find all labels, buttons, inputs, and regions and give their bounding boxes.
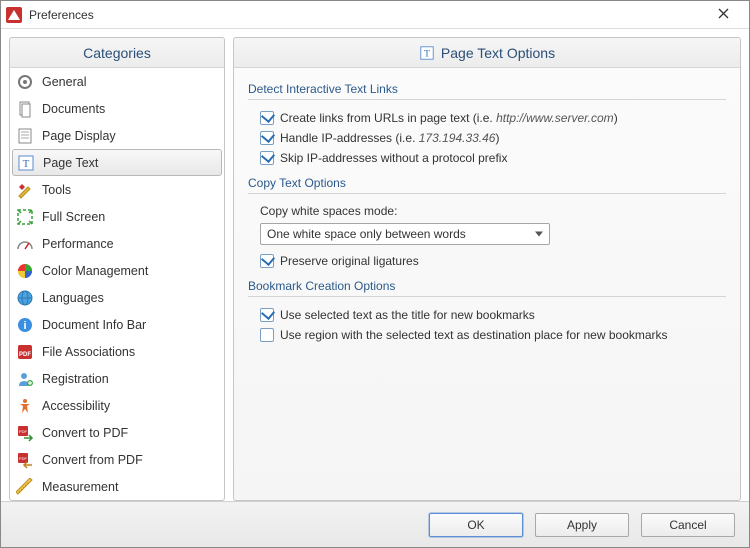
sidebar-item-languages[interactable]: Languages — [10, 284, 224, 311]
svg-text:i: i — [23, 320, 26, 332]
checkbox-icon — [260, 131, 274, 145]
sidebar-item-convert-to-pdf[interactable]: PDF Convert to PDF — [10, 419, 224, 446]
sidebar-item-label: Page Text — [43, 156, 98, 170]
sidebar-item-registration[interactable]: Registration — [10, 365, 224, 392]
sidebar-item-label: Page Display — [42, 129, 116, 143]
user-add-icon — [16, 370, 34, 388]
check-bookmark-region[interactable]: Use region with the selected text as des… — [248, 325, 726, 345]
sidebar-item-performance[interactable]: Performance — [10, 230, 224, 257]
gear-icon — [16, 73, 34, 91]
check-label: Use selected text as the title for new b… — [280, 308, 535, 322]
check-preserve-ligatures[interactable]: Preserve original ligatures — [248, 251, 726, 271]
window-title: Preferences — [29, 8, 703, 22]
cancel-button[interactable]: Cancel — [641, 513, 735, 537]
svg-text:PDF: PDF — [19, 352, 31, 358]
sidebar-item-accessibility[interactable]: Accessibility — [10, 392, 224, 419]
categories-header: Categories — [10, 38, 224, 68]
sidebar-item-color-management[interactable]: Color Management — [10, 257, 224, 284]
text-icon: T — [419, 45, 435, 61]
sidebar-item-general[interactable]: General — [10, 68, 224, 95]
sidebar-item-label: Convert to PDF — [42, 426, 128, 440]
checkbox-icon — [260, 151, 274, 165]
svg-text:T: T — [23, 158, 30, 170]
pdf-icon: PDF — [16, 343, 34, 361]
sidebar-item-convert-from-pdf[interactable]: PDF Convert from PDF — [10, 446, 224, 473]
sidebar-item-documents[interactable]: Documents — [10, 95, 224, 122]
sidebar-item-label: Color Management — [42, 264, 148, 278]
group-copy-title: Copy Text Options — [248, 168, 726, 194]
sidebar-item-file-associations[interactable]: PDF File Associations — [10, 338, 224, 365]
checkbox-icon — [260, 328, 274, 342]
document-icon — [16, 100, 34, 118]
sidebar-item-label: Tools — [42, 183, 71, 197]
close-button[interactable] — [703, 4, 743, 26]
check-bookmark-title[interactable]: Use selected text as the title for new b… — [248, 305, 726, 325]
options-header-label: Page Text Options — [441, 45, 555, 61]
apply-button[interactable]: Apply — [535, 513, 629, 537]
performance-icon — [16, 235, 34, 253]
text-icon: T — [17, 154, 35, 172]
options-content: Detect Interactive Text Links Create lin… — [234, 68, 740, 500]
sidebar-item-label: Full Screen — [42, 210, 105, 224]
ruler-icon — [16, 478, 34, 496]
fullscreen-icon — [16, 208, 34, 226]
body-area: Categories General Documents Page Displa… — [1, 29, 749, 501]
categories-panel: Categories General Documents Page Displa… — [9, 37, 225, 501]
convert-from-icon: PDF — [16, 451, 34, 469]
check-skip-ip[interactable]: Skip IP-addresses without a protocol pre… — [248, 148, 726, 168]
sidebar-item-label: File Associations — [42, 345, 135, 359]
check-label: Handle IP-addresses (i.e. 173.194.33.46) — [280, 131, 499, 145]
sidebar-item-page-text[interactable]: T Page Text — [12, 149, 222, 176]
preferences-window: Preferences Categories General Documents — [0, 0, 750, 548]
svg-text:PDF: PDF — [19, 456, 28, 461]
check-label: Use region with the selected text as des… — [280, 328, 668, 342]
sidebar-item-label: Performance — [42, 237, 114, 251]
sidebar-item-page-display[interactable]: Page Display — [10, 122, 224, 149]
app-icon — [5, 6, 23, 24]
options-header: T Page Text Options — [234, 38, 740, 68]
sidebar-item-label: General — [42, 75, 86, 89]
check-create-links[interactable]: Create links from URLs in page text (i.e… — [248, 108, 726, 128]
group-bookmark-title: Bookmark Creation Options — [248, 271, 726, 297]
convert-to-icon: PDF — [16, 424, 34, 442]
sidebar-item-label: Measurement — [42, 480, 118, 494]
color-wheel-icon — [16, 262, 34, 280]
sidebar-item-full-screen[interactable]: Full Screen — [10, 203, 224, 230]
ok-button[interactable]: OK — [429, 513, 523, 537]
group-detect-title: Detect Interactive Text Links — [248, 74, 726, 100]
globe-icon — [16, 289, 34, 307]
sidebar-item-label: Convert from PDF — [42, 453, 143, 467]
check-label: Preserve original ligatures — [280, 254, 419, 268]
page-display-icon — [16, 127, 34, 145]
options-panel: T Page Text Options Detect Interactive T… — [233, 37, 741, 501]
sidebar-item-label: Accessibility — [42, 399, 110, 413]
select-value: One white space only between words — [267, 227, 466, 241]
dialog-footer: OK Apply Cancel — [1, 501, 749, 547]
copy-mode-select[interactable]: One white space only between words — [260, 223, 550, 245]
sidebar-item-label: Document Info Bar — [42, 318, 146, 332]
info-icon: i — [16, 316, 34, 334]
check-label: Skip IP-addresses without a protocol pre… — [280, 151, 507, 165]
sidebar-item-doc-info-bar[interactable]: i Document Info Bar — [10, 311, 224, 338]
check-handle-ip[interactable]: Handle IP-addresses (i.e. 173.194.33.46) — [248, 128, 726, 148]
accessibility-icon — [16, 397, 34, 415]
checkbox-icon — [260, 254, 274, 268]
sidebar-item-label: Languages — [42, 291, 104, 305]
categories-list[interactable]: General Documents Page Display T Page Te… — [10, 68, 224, 500]
copy-mode-label: Copy white spaces mode: — [248, 202, 726, 220]
titlebar: Preferences — [1, 1, 749, 29]
svg-text:PDF: PDF — [19, 429, 28, 434]
sidebar-item-label: Documents — [42, 102, 105, 116]
sidebar-item-tools[interactable]: Tools — [10, 176, 224, 203]
svg-text:T: T — [424, 48, 430, 59]
sidebar-item-measurement[interactable]: Measurement — [10, 473, 224, 500]
sidebar-item-label: Registration — [42, 372, 109, 386]
check-label: Create links from URLs in page text (i.e… — [280, 111, 618, 125]
tools-icon — [16, 181, 34, 199]
checkbox-icon — [260, 111, 274, 125]
checkbox-icon — [260, 308, 274, 322]
close-icon — [718, 8, 729, 19]
